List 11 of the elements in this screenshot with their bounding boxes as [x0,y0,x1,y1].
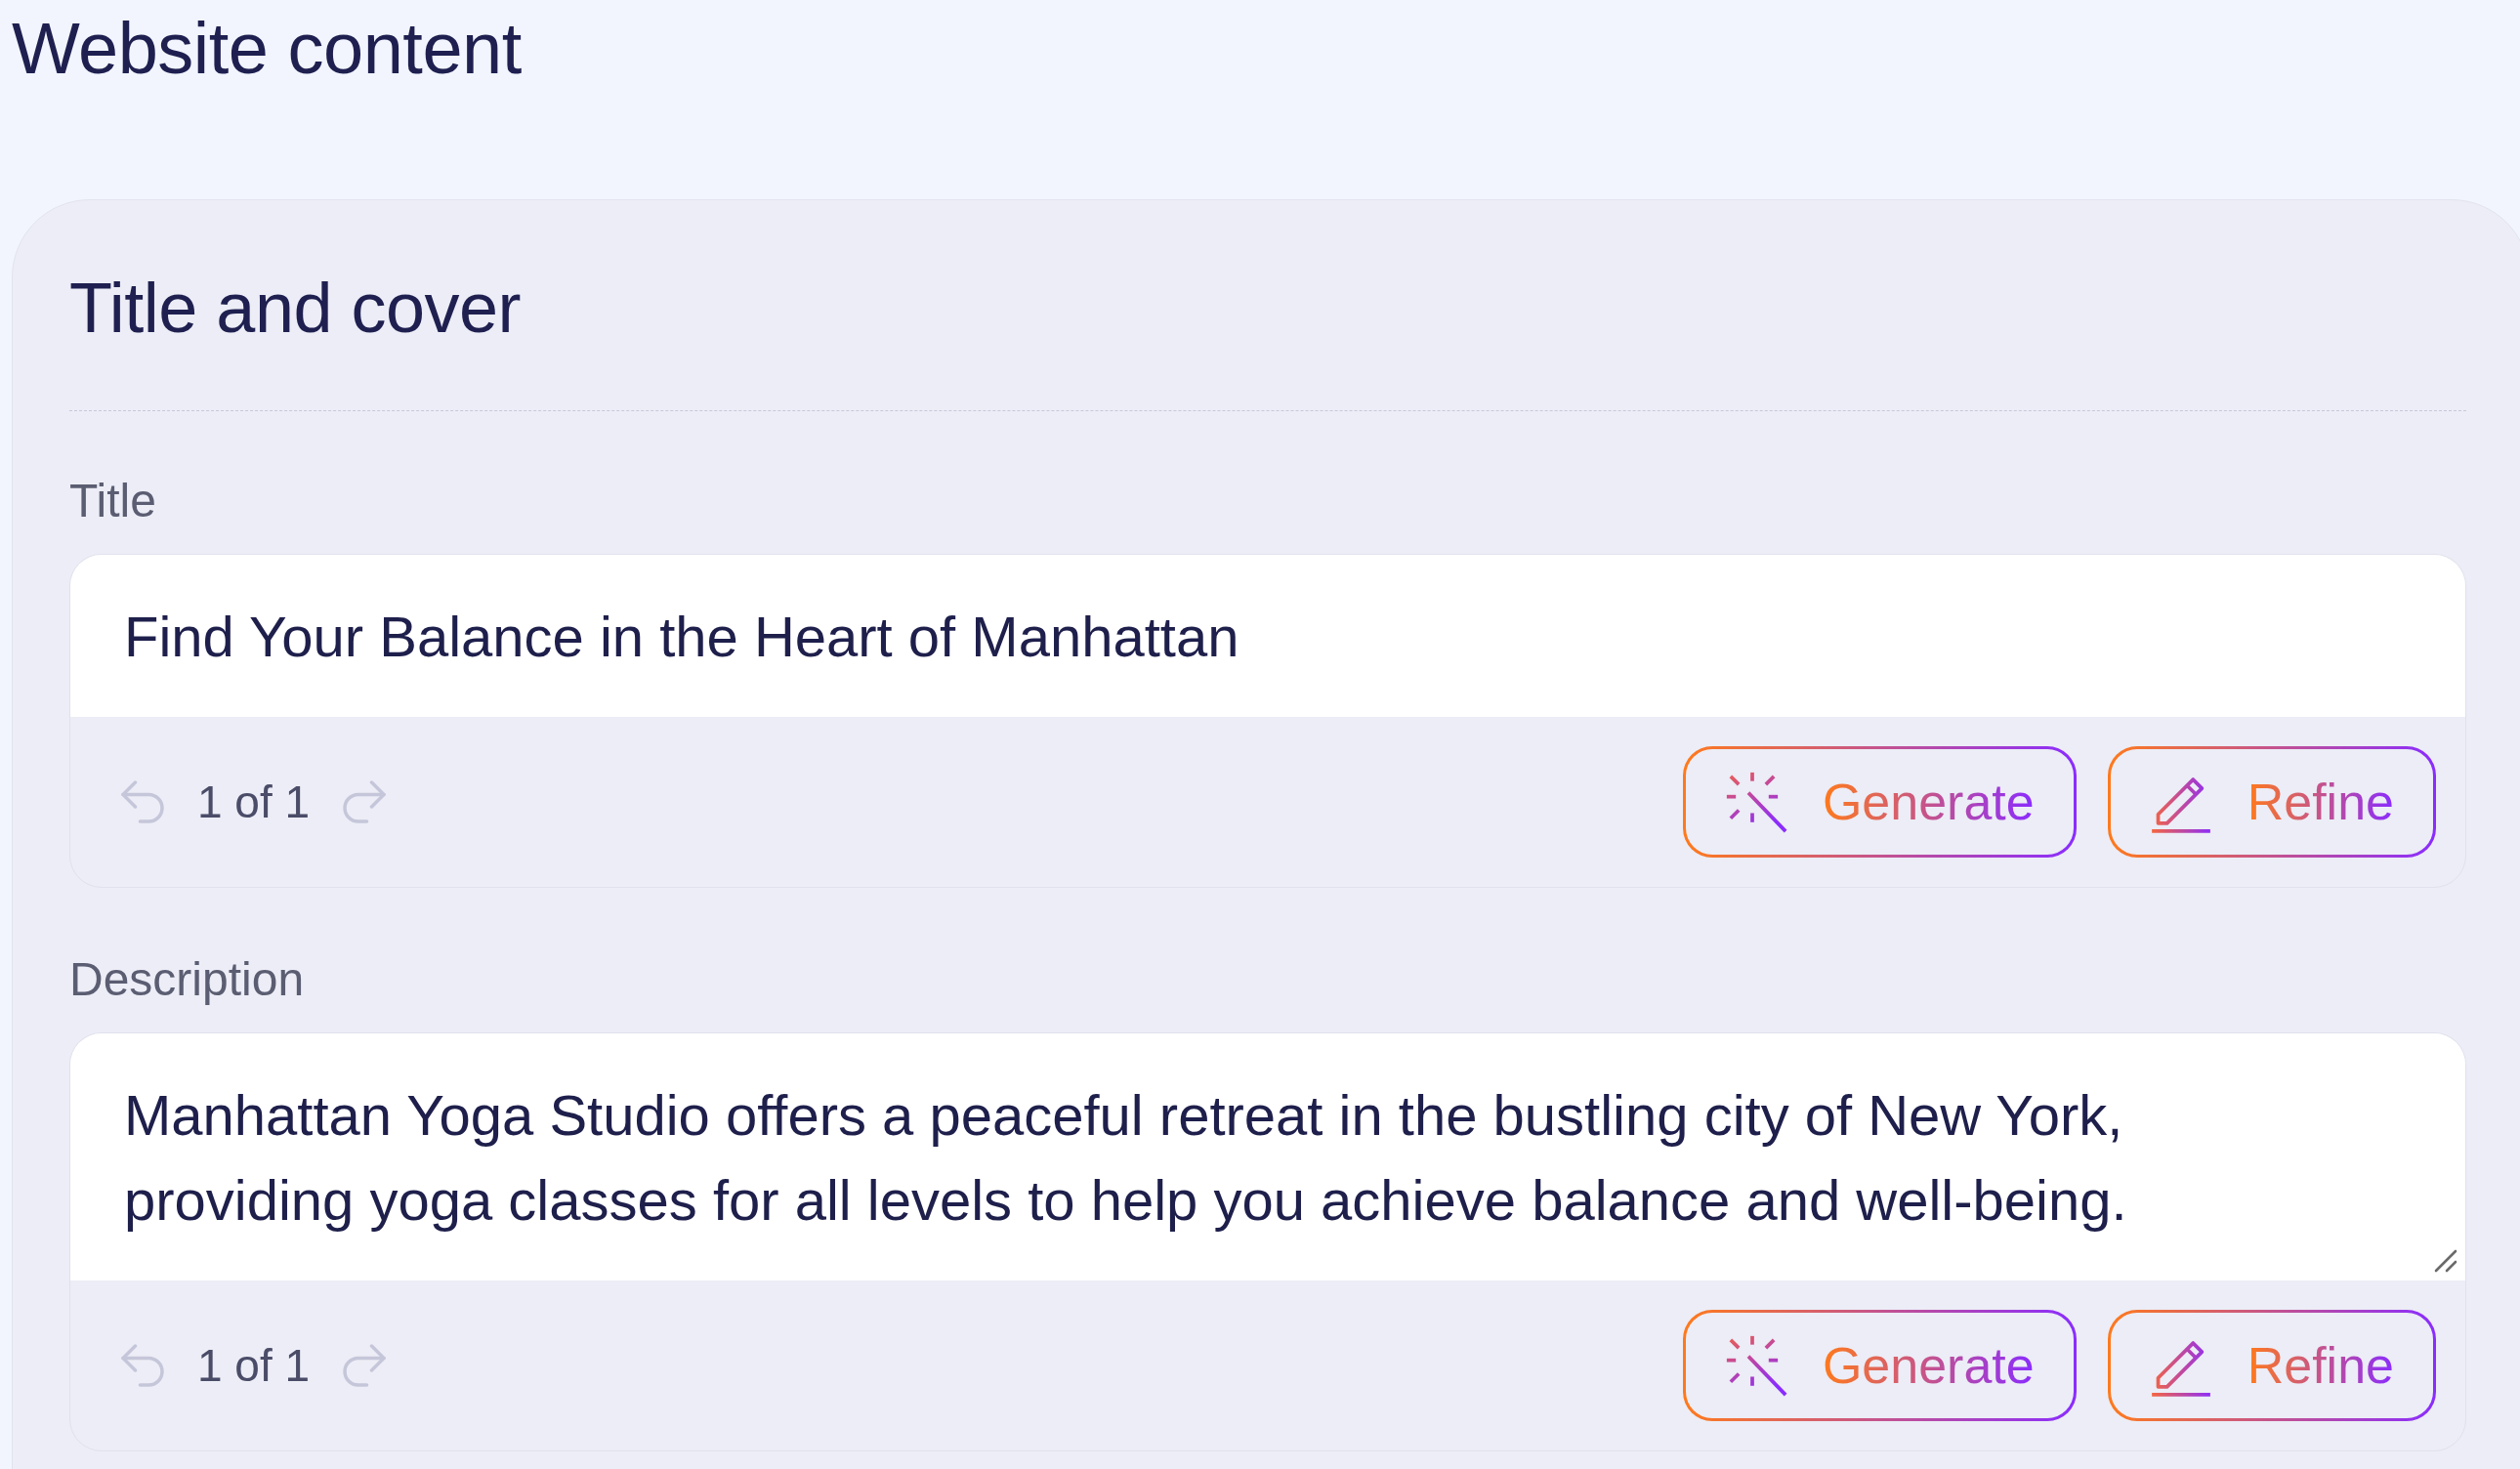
version-counter: 1 of 1 [197,776,311,828]
section-title: Title and cover [69,273,523,343]
text-input-field[interactable]: Find Your Balance in the Heart of Manhattan [70,555,2465,717]
magic-wand-icon [1724,771,1787,833]
version-counter: 1 of 1 [197,1339,311,1392]
field-label: Title [69,478,157,525]
page-title: Website content [12,13,523,85]
textarea-field[interactable]: Manhattan Yoga Studio offers a peaceful retreat in the bustling city of New York, providing yoga classes for all levels to help you achieve balance and well-being. [70,1033,2465,1280]
magic-wand-icon [1724,1334,1787,1397]
field-label: Description [69,956,306,1003]
resize-handle-icon[interactable] [2434,1249,2457,1273]
